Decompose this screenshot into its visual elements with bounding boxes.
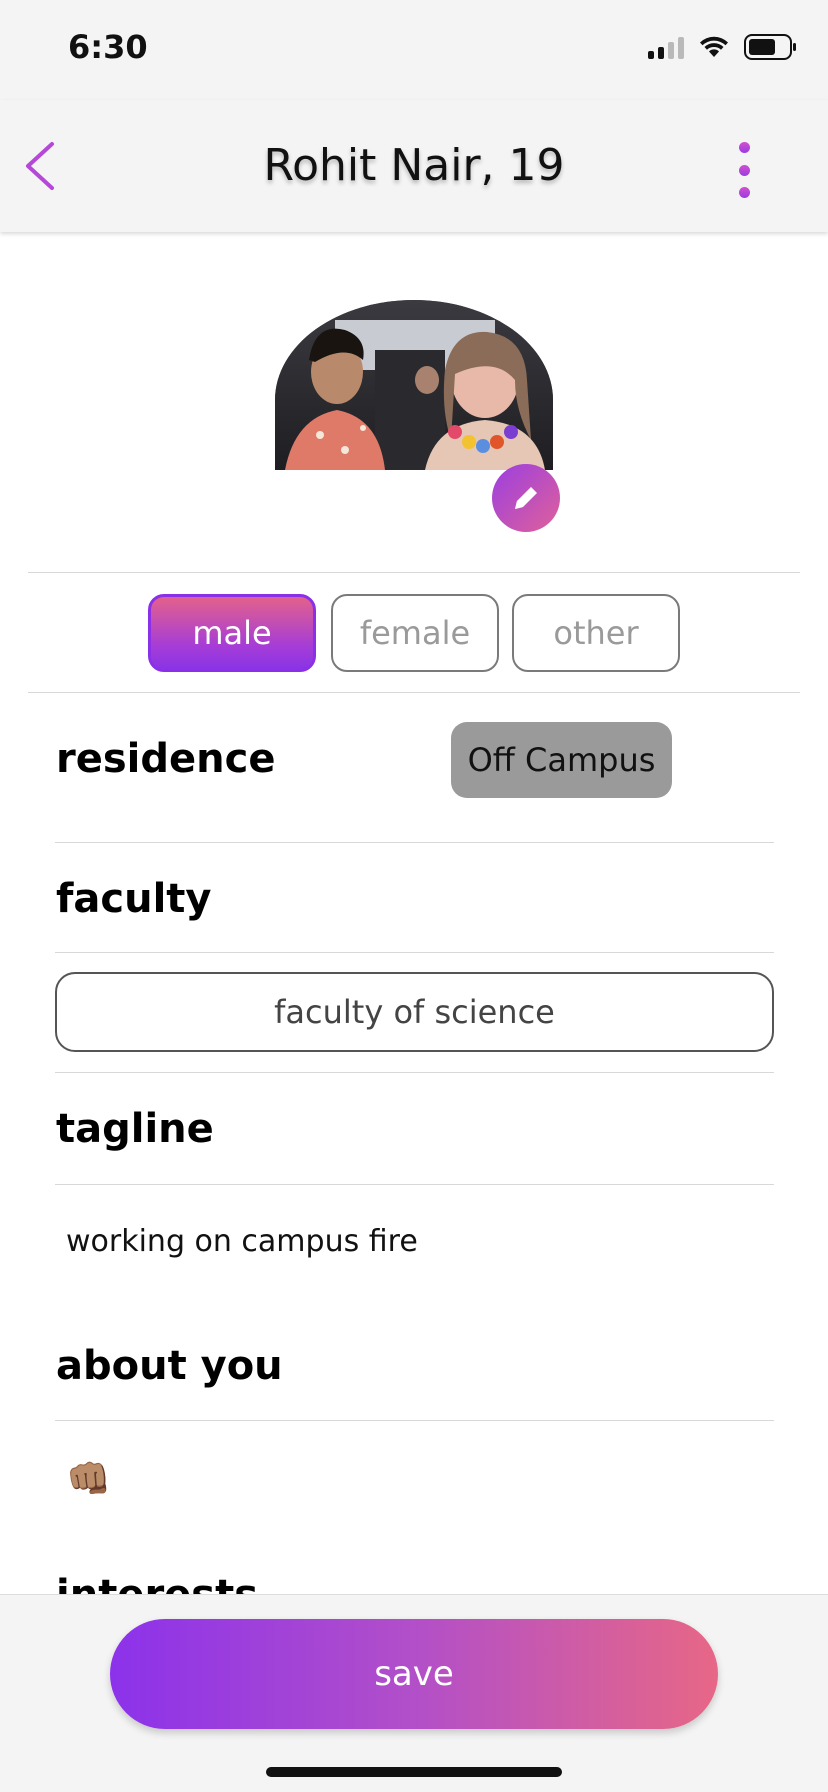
more-dot <box>738 142 750 153</box>
home-indicator <box>266 1767 562 1777</box>
divider <box>28 572 800 573</box>
nav-bar: Rohit Nair, 19 <box>0 100 828 232</box>
gender-option-male[interactable]: male <box>148 594 316 672</box>
tagline-label: tagline <box>56 1106 214 1152</box>
divider <box>55 842 774 843</box>
edit-photo-button[interactable] <box>492 464 560 532</box>
residence-label: residence <box>56 736 276 782</box>
battery-icon <box>744 34 796 60</box>
more-dot <box>738 187 750 198</box>
divider <box>55 1420 774 1421</box>
faculty-label: faculty <box>56 876 212 922</box>
page-title: Rohit Nair, 19 <box>263 140 565 191</box>
about-you-input[interactable]: 👊🏽 <box>66 1458 111 1500</box>
profile-photo <box>275 300 553 470</box>
about-you-label: about you <box>56 1343 283 1389</box>
gender-option-other[interactable]: other <box>512 594 680 672</box>
tagline-input[interactable]: working on campus fire <box>66 1224 418 1259</box>
save-button[interactable]: save <box>110 1619 718 1729</box>
status-icons <box>648 34 798 60</box>
pencil-icon <box>515 487 537 509</box>
cellular-signal-icon <box>648 35 684 59</box>
wifi-icon <box>700 36 728 57</box>
gender-option-female[interactable]: female <box>331 594 499 672</box>
more-dot <box>738 164 750 176</box>
divider <box>28 692 800 693</box>
residence-selector[interactable]: Off Campus <box>451 722 672 798</box>
status-time: 6:30 <box>68 28 148 66</box>
divider <box>55 952 774 953</box>
more-options-button[interactable] <box>730 142 758 198</box>
avatar-section <box>275 300 560 532</box>
divider <box>55 1184 774 1185</box>
status-bar: 6:30 <box>0 0 828 100</box>
bottom-bar: save <box>0 1594 828 1792</box>
avatar[interactable] <box>275 300 553 470</box>
divider <box>55 1072 774 1073</box>
faculty-selector[interactable]: faculty of science <box>55 972 774 1052</box>
